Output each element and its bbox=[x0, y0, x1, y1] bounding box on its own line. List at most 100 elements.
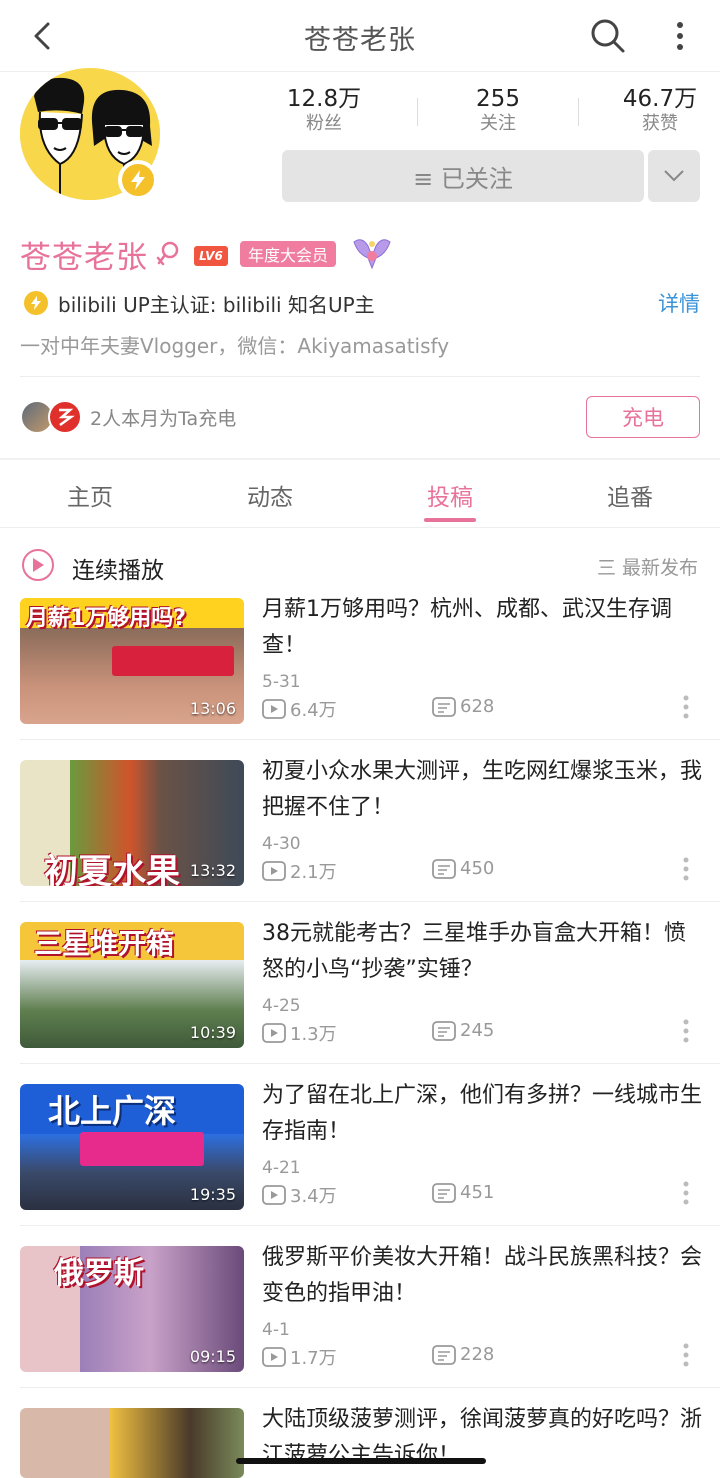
female-icon bbox=[156, 240, 180, 272]
stat-fans[interactable]: 12.8万 粉丝 bbox=[254, 86, 394, 136]
video-danmu: 628 bbox=[432, 696, 494, 717]
play-icon[interactable] bbox=[22, 549, 54, 581]
video-item[interactable]: 大陆顶级菠萝测评，徐闻菠萝真的好吃吗？浙江菠萝公主告诉你！ bbox=[0, 1400, 720, 1478]
video-plays: 1.7万 bbox=[262, 1344, 337, 1370]
danmu-count: 245 bbox=[460, 1020, 495, 1041]
verification-row: bilibili UP主认证: bilibili 知名UP主 详情 bbox=[20, 286, 700, 318]
video-thumbnail[interactable]: 三星堆开箱 10:39 bbox=[20, 922, 244, 1048]
more-options-icon[interactable] bbox=[676, 1180, 696, 1206]
video-thumbnail[interactable] bbox=[20, 1408, 244, 1478]
video-item[interactable]: 俄罗斯 09:15 俄罗斯平价美妆大开箱！战斗民族黑科技？会变色的指甲油！ 4-… bbox=[0, 1238, 720, 1388]
play-count: 6.4万 bbox=[290, 700, 337, 721]
stat-divider bbox=[417, 98, 418, 126]
video-duration: 10:39 bbox=[189, 1023, 236, 1042]
play-count-icon bbox=[262, 1023, 286, 1043]
video-date: 4-25 bbox=[262, 996, 301, 1016]
thumbnail-banner bbox=[112, 646, 234, 676]
play-count: 1.7万 bbox=[290, 1348, 337, 1369]
video-plays: 6.4万 bbox=[262, 696, 337, 722]
thumbnail-caption: 月薪1万够用吗? bbox=[26, 606, 187, 631]
video-duration: 13:06 bbox=[189, 699, 236, 718]
followed-button[interactable]: ≡ 已关注 bbox=[282, 150, 644, 202]
verification-text: bilibili UP主认证: bilibili 知名UP主 bbox=[58, 293, 375, 317]
video-thumbnail[interactable]: 俄罗斯 09:15 bbox=[20, 1246, 244, 1372]
sort-button[interactable]: 三 最新发布 bbox=[597, 553, 698, 580]
thumbnail-caption: 三星堆开箱 bbox=[34, 927, 175, 960]
play-count-icon bbox=[262, 699, 286, 719]
divider bbox=[20, 1063, 720, 1064]
tab-bar: 主页 动态 投稿 追番 bbox=[0, 460, 720, 528]
danmu-count: 228 bbox=[460, 1344, 495, 1365]
danmu-icon bbox=[432, 1020, 456, 1041]
more-options-icon[interactable] bbox=[676, 856, 696, 882]
user-name: 苍苍老张 bbox=[20, 240, 148, 276]
likes-label: 获赞 bbox=[642, 113, 678, 134]
danmu-icon bbox=[432, 1182, 456, 1203]
tab-home[interactable]: 主页 bbox=[0, 478, 180, 512]
video-date: 4-21 bbox=[262, 1158, 301, 1178]
more-options-icon[interactable] bbox=[660, 14, 700, 58]
play-count-icon bbox=[262, 861, 286, 881]
search-icon[interactable] bbox=[586, 14, 630, 58]
video-item[interactable]: 初夏水果 13:32 初夏小众水果大测评，生吃网红爆浆玉米，我把握不住了！ 4-… bbox=[0, 752, 720, 902]
more-options-icon[interactable] bbox=[676, 1018, 696, 1044]
video-title: 为了留在北上广深，他们有多拼？一线城市生存指南！ bbox=[262, 1083, 703, 1144]
video-thumbnail[interactable]: 月薪1万够用吗? 13:06 bbox=[20, 598, 244, 724]
charge-count-text: 2人本月为Ta充电 bbox=[90, 408, 237, 430]
video-date: 5-31 bbox=[262, 672, 301, 692]
lightning-icon bbox=[24, 291, 48, 315]
divider bbox=[20, 901, 720, 902]
stat-likes[interactable]: 46.7万 获赞 bbox=[590, 86, 720, 136]
video-duration: 09:15 bbox=[189, 1347, 236, 1366]
continuous-play-bar: 连续播放 三 最新发布 bbox=[0, 540, 720, 590]
divider bbox=[20, 739, 720, 740]
following-count: 255 bbox=[476, 86, 520, 112]
video-thumbnail[interactable]: 初夏水果 13:32 bbox=[20, 760, 244, 886]
video-item[interactable]: 三星堆开箱 10:39 38元就能考古？三星堆手办盲盒大开箱！愤怒的小鸟“抄袭”… bbox=[0, 914, 720, 1064]
tab-dynamic[interactable]: 动态 bbox=[180, 478, 360, 512]
details-link[interactable]: 详情 bbox=[658, 288, 700, 318]
stat-following[interactable]: 255 关注 bbox=[428, 86, 568, 136]
home-indicator bbox=[236, 1458, 486, 1464]
vip-badge: 年度大会员 bbox=[240, 241, 337, 267]
charge-row: 2人本月为Ta充电 充电 bbox=[20, 394, 700, 440]
tab-bangumi[interactable]: 追番 bbox=[540, 478, 720, 512]
chevron-down-icon bbox=[664, 170, 684, 182]
more-options-icon[interactable] bbox=[676, 694, 696, 720]
charge-button[interactable]: 充电 bbox=[586, 396, 700, 438]
more-options-icon[interactable] bbox=[676, 1342, 696, 1368]
video-plays: 3.4万 bbox=[262, 1182, 337, 1208]
fans-label: 粉丝 bbox=[306, 113, 342, 134]
danmu-icon bbox=[432, 1344, 456, 1365]
active-tab-indicator bbox=[424, 518, 476, 522]
play-count-icon bbox=[262, 1185, 286, 1205]
video-title: 俄罗斯平价美妆大开箱！战斗民族黑科技？会变色的指甲油！ bbox=[262, 1245, 703, 1306]
divider bbox=[20, 376, 700, 377]
video-thumbnail[interactable]: 北上广深 19:35 bbox=[20, 1084, 244, 1210]
play-count: 2.1万 bbox=[290, 862, 337, 883]
play-count-icon bbox=[262, 1347, 286, 1367]
user-bio: 一对中年夫妻Vlogger，微信：Akiyamasatisfy bbox=[20, 334, 450, 358]
video-duration: 13:32 bbox=[189, 861, 236, 880]
thumbnail-banner bbox=[80, 1132, 204, 1166]
lightning-icon bbox=[118, 160, 158, 200]
video-duration: 19:35 bbox=[189, 1185, 236, 1204]
tab-submissions[interactable]: 投稿 bbox=[360, 478, 540, 512]
video-date: 4-1 bbox=[262, 1320, 290, 1340]
thumbnail-caption: 北上广深 bbox=[48, 1092, 177, 1130]
video-plays: 2.1万 bbox=[262, 858, 337, 884]
play-count: 1.3万 bbox=[290, 1024, 337, 1045]
continuous-play-label[interactable]: 连续播放 bbox=[72, 551, 164, 585]
thumbnail-caption: 初夏水果 bbox=[44, 852, 180, 886]
profile-stats: 12.8万 粉丝 255 关注 46.7万 获赞 bbox=[260, 86, 720, 136]
danmu-icon bbox=[432, 696, 456, 717]
video-danmu: 450 bbox=[432, 858, 494, 879]
video-danmu: 228 bbox=[432, 1344, 494, 1365]
divider bbox=[20, 1387, 720, 1388]
supporter-avatars[interactable] bbox=[20, 400, 90, 434]
thumbnail-caption: 俄罗斯 bbox=[54, 1256, 144, 1291]
video-item[interactable]: 月薪1万够用吗? 13:06 月薪1万够用吗？杭州、成都、武汉生存调查！ 5-3… bbox=[0, 590, 720, 740]
video-item[interactable]: 北上广深 19:35 为了留在北上广深，他们有多拼？一线城市生存指南！ 4-21… bbox=[0, 1076, 720, 1226]
follow-dropdown[interactable] bbox=[648, 150, 700, 202]
video-title: 初夏小众水果大测评，生吃网红爆浆玉米，我把握不住了！ bbox=[262, 759, 703, 820]
